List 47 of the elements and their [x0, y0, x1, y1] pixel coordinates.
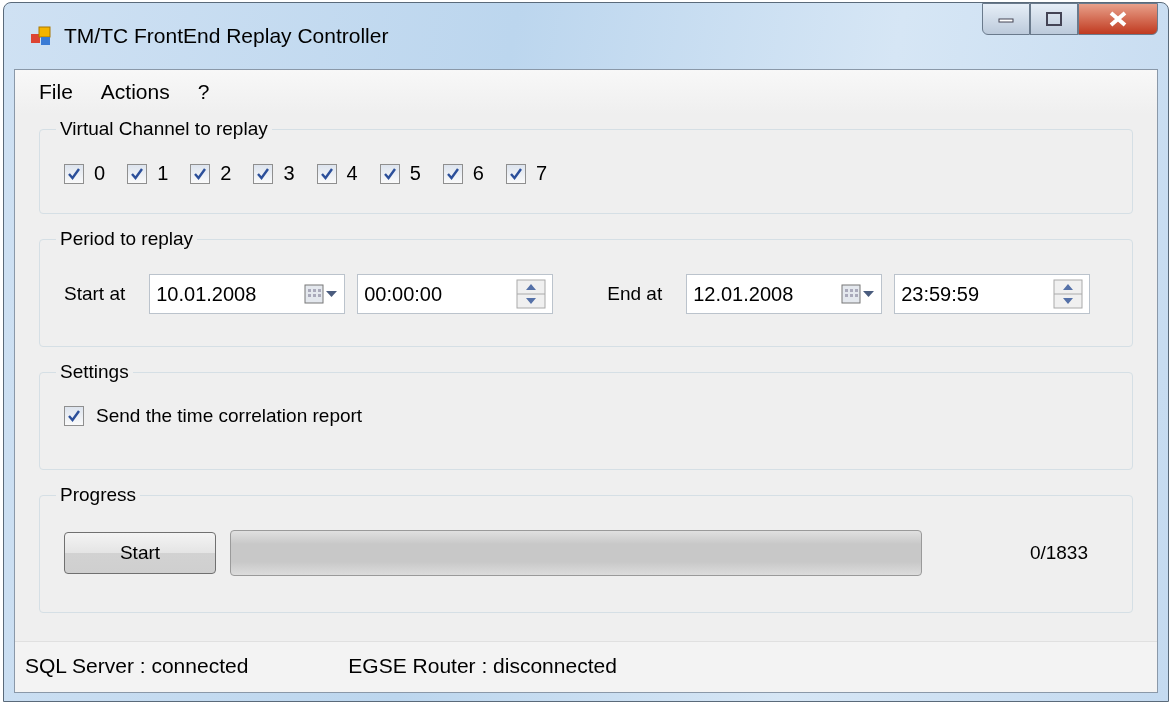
group-title: Progress [59, 484, 138, 506]
time-field[interactable]: 23:59:59 [894, 274, 1091, 314]
status-text: EGSE Router : disconnected [348, 654, 617, 678]
field-label: Start at [64, 283, 126, 305]
spinner-icon[interactable] [1053, 279, 1084, 309]
minimize-button[interactable] [982, 3, 1030, 35]
progress-count: 0/1833 [1029, 542, 1088, 564]
checkbox-label: 6 [472, 162, 484, 185]
calendar-icon[interactable] [841, 283, 876, 305]
checkbox[interactable] [190, 163, 211, 184]
close-icon [1108, 11, 1128, 27]
maximize-button[interactable] [1030, 3, 1078, 35]
checkbox-label: Send the time correlation report [96, 405, 363, 427]
checkbox[interactable] [442, 163, 463, 184]
checkbox-label: 3 [283, 162, 295, 185]
checkbox-label: 2 [220, 162, 232, 185]
menu-item[interactable]: File [29, 78, 83, 106]
menu-item[interactable]: ? [187, 78, 220, 106]
group-title: Virtual Channel to replay [59, 118, 269, 140]
start-button[interactable]: Start [64, 532, 216, 574]
minimize-icon [998, 15, 1014, 23]
close-button[interactable] [1078, 3, 1158, 35]
checkbox[interactable] [64, 406, 84, 426]
group-title: Settings [59, 361, 130, 383]
checkbox-label: 1 [157, 162, 169, 185]
window-title: TM/TC FrontEnd Replay Controller [64, 24, 389, 48]
checkbox-label: 7 [535, 162, 547, 185]
checkbox[interactable] [127, 163, 148, 184]
date-picker[interactable]: 10.01.2008 [149, 274, 346, 314]
date-picker[interactable]: 12.01.2008 [686, 274, 883, 314]
checkbox[interactable] [379, 163, 400, 184]
checkbox-label: 4 [346, 162, 358, 185]
checkbox-label: 5 [409, 162, 421, 185]
checkbox[interactable] [505, 163, 526, 184]
menu-item[interactable]: Actions [90, 78, 180, 106]
status-text: SQL Server : connected [25, 654, 249, 678]
checkbox[interactable] [253, 163, 274, 184]
maximize-icon [1046, 12, 1062, 26]
app-icon [30, 25, 52, 47]
checkbox[interactable] [64, 163, 84, 184]
spinner-icon[interactable] [516, 279, 547, 309]
field-label: End at [607, 283, 663, 305]
calendar-icon[interactable] [304, 283, 339, 305]
time-field[interactable]: 00:00:00 [357, 274, 554, 314]
checkbox[interactable] [316, 163, 337, 184]
group-title: Period to replay [59, 228, 195, 250]
checkbox-label: 0 [94, 162, 106, 185]
